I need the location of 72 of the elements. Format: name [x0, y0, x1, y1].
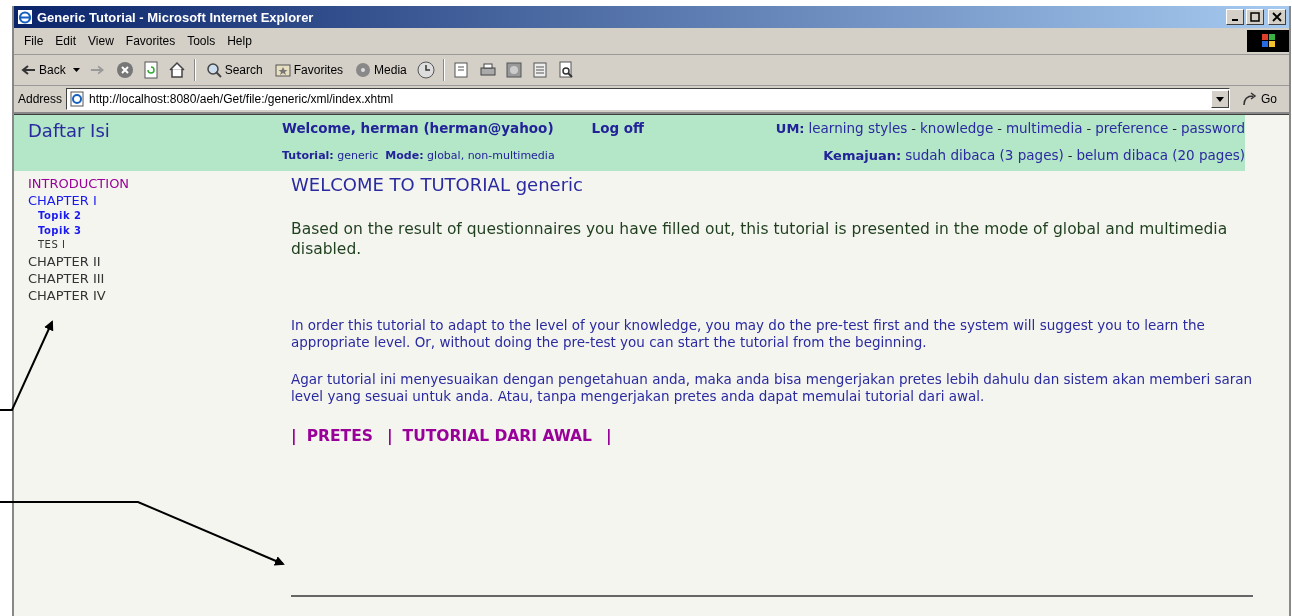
windows-logo-icon — [1247, 30, 1289, 52]
menu-item[interactable]: File — [18, 34, 50, 48]
minimize-icon — [1232, 19, 1238, 21]
um-link[interactable]: password — [1180, 120, 1245, 136]
sidebar-subitem[interactable]: Topik 3 — [28, 223, 291, 238]
um-link[interactable]: preference — [1095, 120, 1169, 136]
sidebar-item[interactable]: CHAPTER IV — [28, 286, 291, 304]
history-icon[interactable] — [416, 61, 435, 79]
page-heading: WELCOME TO TUTORIAL generic — [291, 174, 584, 195]
stop-icon[interactable] — [115, 61, 134, 79]
address-label: Address — [18, 92, 63, 106]
tutorial-info: Tutorial: generic Mode: global, non-multimedia — [282, 148, 555, 162]
read-pages-link[interactable]: sudah dibaca (3 pages) — [905, 147, 1064, 163]
star-folder-icon — [274, 62, 291, 78]
menu-item[interactable]: Edit — [49, 34, 83, 48]
nav-separator: | — [606, 427, 612, 445]
menu-item[interactable]: Tools — [181, 34, 222, 48]
maximize-button[interactable] — [1246, 9, 1264, 25]
sidebar-item[interactable]: INTRODUCTION — [28, 175, 291, 192]
dropdown-button[interactable] — [1211, 90, 1229, 108]
um-link[interactable]: multimedia — [1005, 120, 1083, 136]
progress-label: Kemajuan: — [823, 147, 902, 163]
close-icon — [1272, 12, 1282, 22]
unread-pages-link[interactable]: belum dibaca (20 pages) — [1076, 147, 1245, 163]
back-arrow-icon — [20, 64, 36, 76]
um-link[interactable]: learning styles — [808, 120, 908, 136]
link-separator: - — [1086, 120, 1092, 136]
close-button[interactable] — [1268, 9, 1286, 25]
um-link[interactable]: knowledge — [920, 120, 994, 136]
browser-logo-icon — [17, 9, 33, 25]
caret-icon[interactable] — [72, 68, 80, 72]
um-label: UM: — [775, 120, 805, 136]
print-icon[interactable] — [478, 61, 497, 79]
nav-link[interactable]: PRETES — [306, 427, 373, 445]
sidebar-item[interactable]: CHAPTER II — [28, 252, 291, 270]
sidebar-item[interactable]: CHAPTER III — [28, 269, 291, 287]
nav-link[interactable]: TUTORIAL DARI AWAL — [402, 427, 592, 445]
menu-item[interactable]: View — [82, 34, 120, 48]
nav-separator: | — [291, 427, 297, 445]
caret-icon — [1216, 96, 1224, 102]
favorites-button[interactable]: Favorites — [272, 62, 346, 78]
page-icon — [69, 91, 86, 107]
media-button[interactable]: Media — [353, 62, 409, 78]
logoff-link[interactable]: Log off — [591, 120, 644, 136]
link-separator: - — [997, 120, 1002, 136]
menu-item[interactable]: Help — [221, 34, 258, 48]
page-magnifier-icon[interactable] — [556, 61, 575, 79]
paragraph: In order this tutorial to adapt to the level of your knowledge, you may do the pre-test first and the system will suggest you to learn the appropriate level. Or, without doing the pre-test you can start the tutorial from the beginning. — [291, 317, 1206, 351]
window-title: Generic Tutorial - Microsoft Internet Explorer — [37, 9, 315, 25]
sidebar-subitem[interactable]: Topik 2 — [28, 209, 291, 224]
back-button[interactable]: Back — [18, 63, 82, 77]
menu-item[interactable]: Favorites — [119, 34, 182, 48]
header-title: Daftar Isi — [28, 120, 110, 141]
search-button[interactable]: Search — [203, 62, 265, 78]
nav-separator: | — [386, 427, 393, 445]
paragraph: Agar tutorial ini menyesuaikan dengan pengetahuan anda, maka anda bisa mengerjakan pretes lebih dahulu dan sistem akan memberi saran level yang sesuai untuk anda. Atau, tanpa mengerjakan pretes anda dapat memulai tutorial dari awal. — [291, 371, 1253, 405]
link-separator: - — [1172, 120, 1177, 136]
go-button[interactable]: Go — [1234, 92, 1285, 106]
welcome-text: Welcome, herman (herman@yahoo) — [282, 120, 554, 136]
sidebar-item[interactable]: CHAPTER I — [28, 192, 291, 209]
link-separator: - — [1067, 147, 1073, 163]
intro-text: Based on the result of questionnaires you have filled out, this tutorial is presented in the mode of global and multimedia disabled. — [291, 219, 1229, 259]
home-icon[interactable] — [167, 61, 186, 79]
maximize-icon — [1250, 12, 1260, 22]
refresh-icon[interactable] — [141, 61, 160, 79]
search-icon — [205, 62, 222, 78]
minimize-button[interactable] — [1226, 9, 1244, 25]
go-arrow-icon — [1242, 92, 1258, 106]
link-separator: - — [911, 120, 916, 136]
sidebar-subitem[interactable]: TES I — [28, 238, 291, 253]
address-field[interactable]: http://localhost:8080/aeh/Get/file:/generic/xml/index.xhtml — [66, 88, 1230, 110]
disc-icon — [355, 62, 372, 78]
